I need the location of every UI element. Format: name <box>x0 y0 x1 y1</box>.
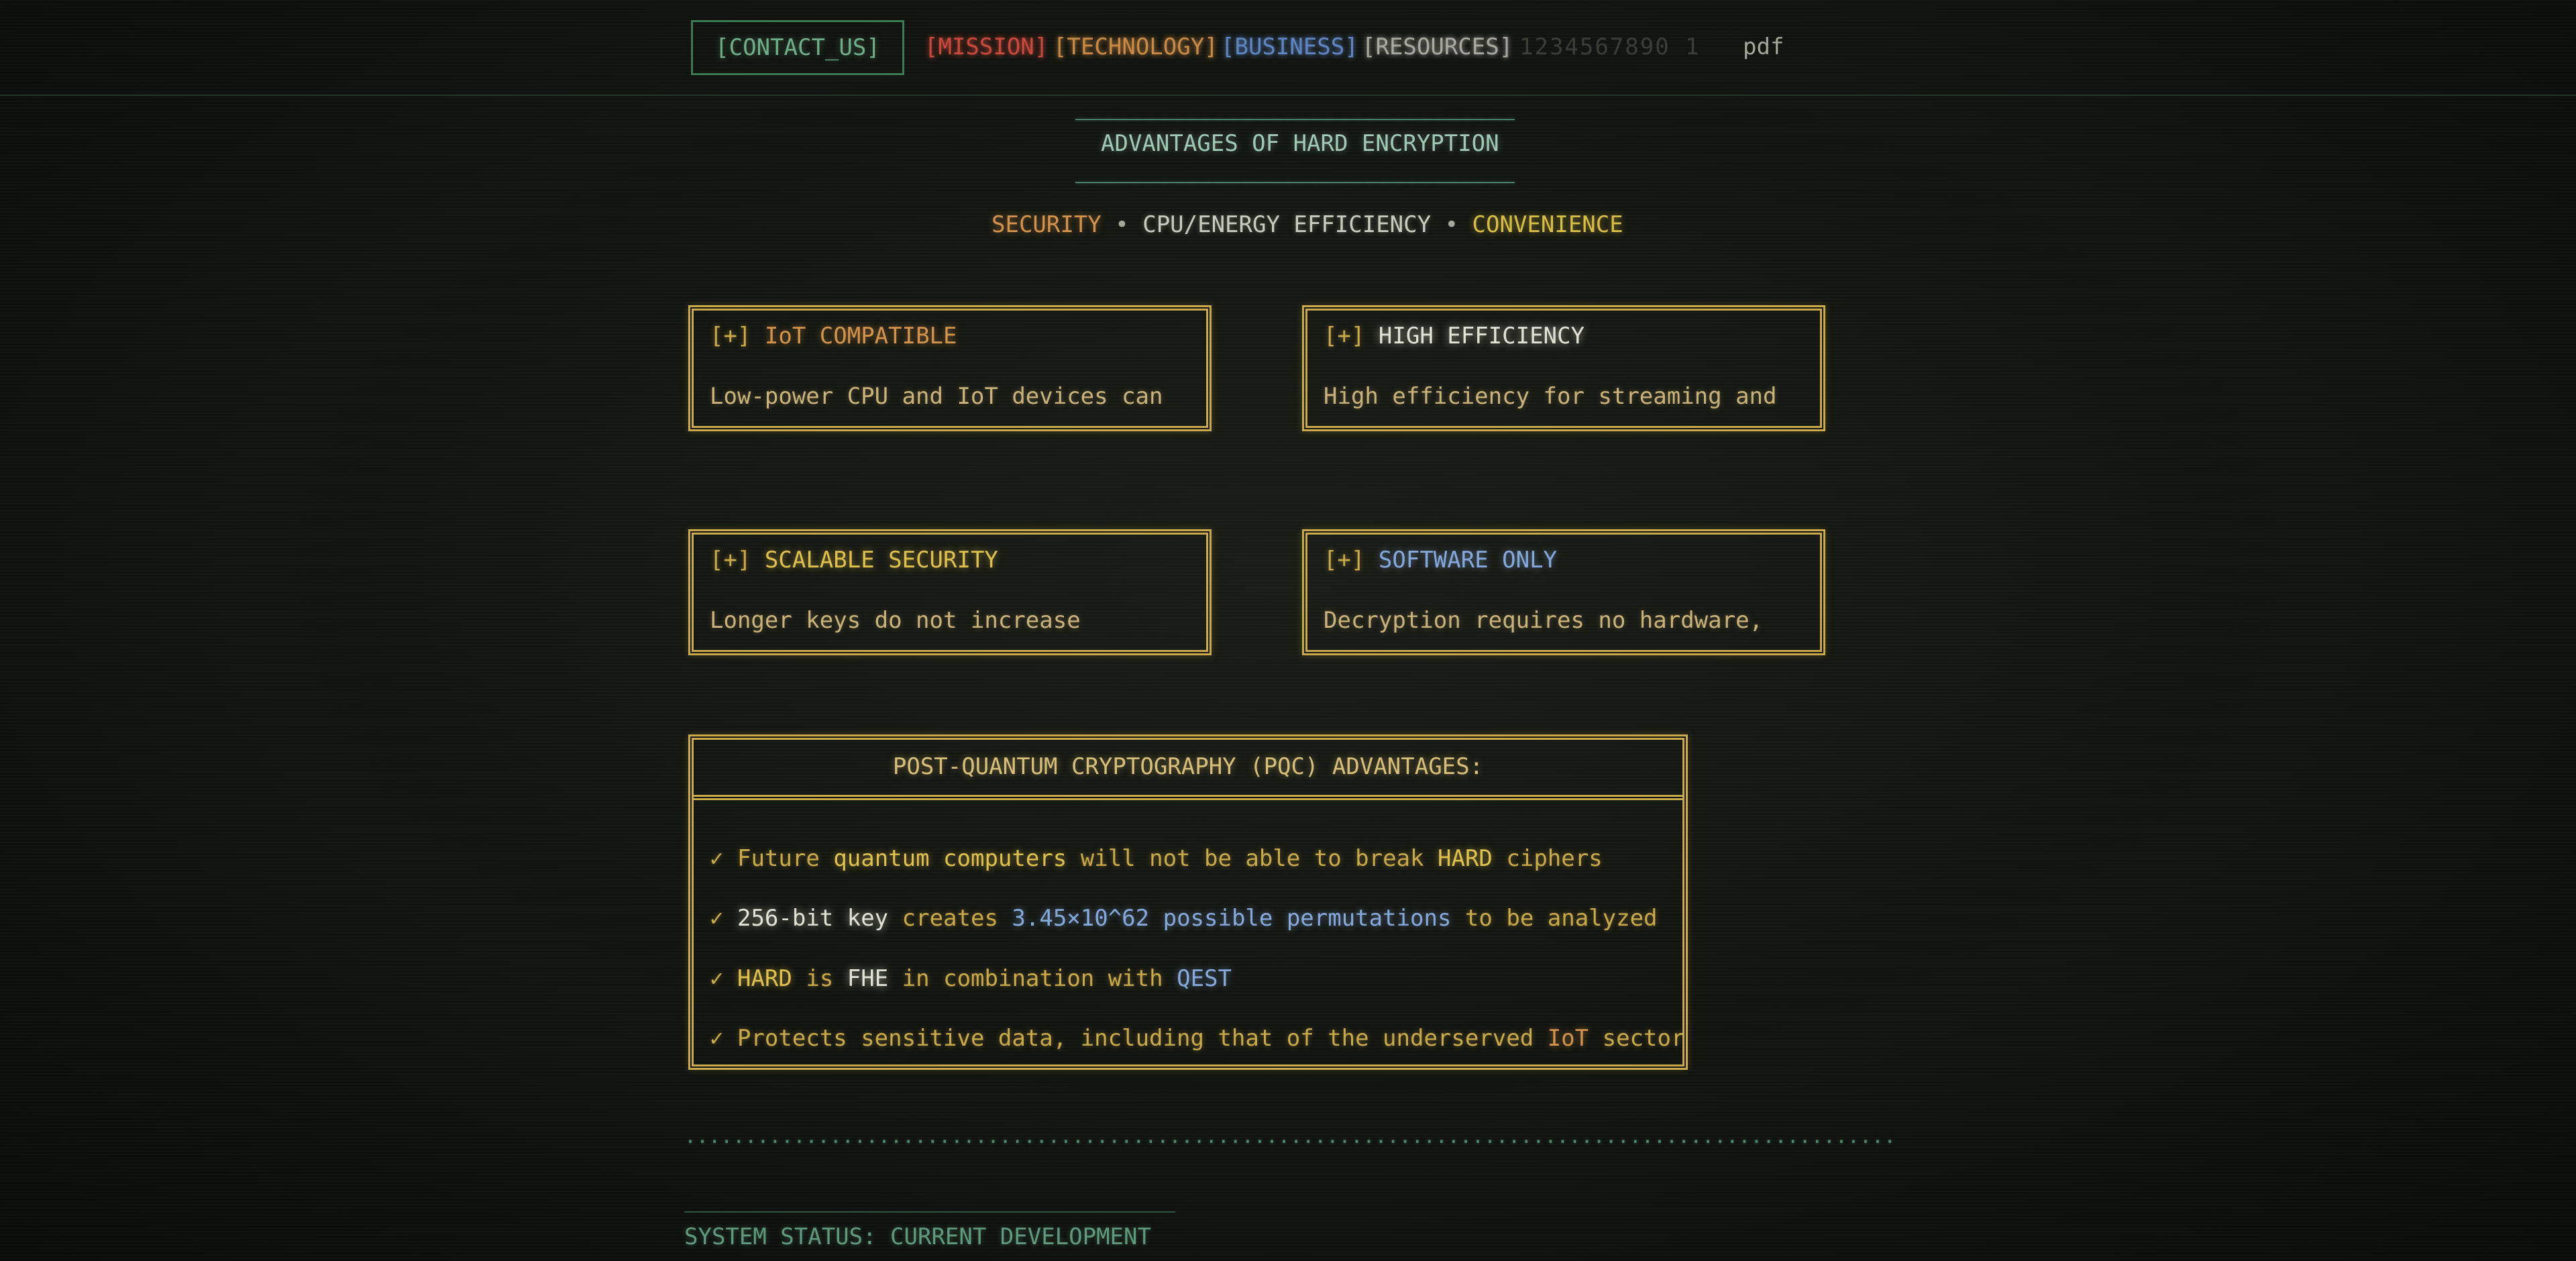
pqc-highlight: 3.45×10^62 <box>1012 905 1150 932</box>
pqc-title: POST-QUANTUM CRYPTOGRAPHY (PQC) ADVANTAG… <box>892 753 1484 780</box>
title-rule-bottom: ________________________________ <box>1075 157 1515 184</box>
card-software-only: [+] SOFTWARE ONLY Decryption requires no… <box>1302 529 1825 655</box>
title-rule-top: ________________________________ <box>1075 94 1515 121</box>
plus-marker: [+] <box>1324 323 1365 349</box>
pqc-highlight: 256-bit key <box>737 905 889 932</box>
pqc-item: ✓ HARD is FHE in combination with QEST <box>710 965 1232 992</box>
pqc-highlight: possible permutations <box>1163 905 1452 932</box>
check-icon: ✓ <box>710 1025 724 1052</box>
tag-separator: • <box>1444 211 1459 238</box>
card-heading: [+] IoT COMPATIBLE <box>710 323 957 349</box>
tag-security: SECURITY <box>991 211 1102 238</box>
plus-marker: [+] <box>1324 547 1365 573</box>
pqc-highlight: HARD <box>1438 845 1493 872</box>
card-title: HIGH EFFICIENCY <box>1378 323 1585 349</box>
pqc-text: creates <box>902 905 998 932</box>
plus-marker: [+] <box>710 547 751 573</box>
card-scalable-security: [+] SCALABLE SECURITY Longer keys do not… <box>688 529 1212 655</box>
pqc-text: will not be able to break <box>1080 845 1424 872</box>
card-body: Longer keys do not increase <box>710 607 1081 634</box>
pqc-highlight: FHE <box>847 965 889 992</box>
check-icon: ✓ <box>710 905 724 932</box>
pqc-item: ✓ Protects sensitive data, including tha… <box>710 1025 1684 1052</box>
pqc-text: Future <box>737 845 820 872</box>
check-icon: ✓ <box>710 845 724 872</box>
card-iot-compatible: [+] IoT COMPATIBLE Low-power CPU and IoT… <box>688 305 1212 431</box>
nav-business-link[interactable]: [BUSINESS] <box>1221 34 1358 60</box>
card-high-efficiency: [+] HIGH EFFICIENCY High efficiency for … <box>1302 305 1825 431</box>
pdf-link[interactable]: pdf <box>1743 34 1784 60</box>
dotted-divider: ........................................… <box>684 1125 1896 1148</box>
pqc-text: sector <box>1602 1025 1685 1052</box>
card-body: Decryption requires no hardware, <box>1324 607 1764 634</box>
tag-convenience: CONVENIENCE <box>1472 211 1623 238</box>
card-title: SCALABLE SECURITY <box>764 547 998 573</box>
contact-us-button[interactable]: [CONTACT_US] <box>691 20 904 75</box>
pqc-text: to be analyzed <box>1464 905 1658 932</box>
card-heading: [+] HIGH EFFICIENCY <box>1324 323 1585 349</box>
nav-digits: 1234567890 1 <box>1519 34 1701 60</box>
tag-separator: • <box>1115 211 1129 238</box>
status-rule: ______________________________________ <box>684 1187 1176 1213</box>
plus-marker: [+] <box>710 323 751 349</box>
tagline: SECURITY • CPU/ENERGY EFFICIENCY • CONVE… <box>991 211 1623 238</box>
pqc-text: Protects sensitive data, including that … <box>737 1025 1534 1052</box>
nav-mission-link[interactable]: [MISSION] <box>924 34 1048 60</box>
pqc-text: in combination with <box>902 965 1163 992</box>
page-title: ADVANTAGES OF HARD ENCRYPTION <box>1101 130 1499 157</box>
pqc-highlight: HARD <box>737 965 792 992</box>
pqc-divider <box>694 795 1682 800</box>
nav-technology-link[interactable]: [TECHNOLOGY] <box>1053 34 1218 60</box>
card-title: IoT COMPATIBLE <box>764 323 957 349</box>
pqc-highlight: quantum computers <box>833 845 1067 872</box>
pqc-highlight: QEST <box>1177 965 1232 992</box>
card-body: Low-power CPU and IoT devices can <box>710 383 1163 410</box>
card-heading: [+] SCALABLE SECURITY <box>710 547 998 573</box>
tag-cpu-efficiency: CPU/ENERGY EFFICIENCY <box>1142 211 1432 238</box>
scanline-overlay <box>0 0 2576 1261</box>
pqc-text: is <box>806 965 834 992</box>
pqc-advantages-box: POST-QUANTUM CRYPTOGRAPHY (PQC) ADVANTAG… <box>688 734 1688 1070</box>
pqc-highlight: IoT <box>1547 1025 1589 1052</box>
check-icon: ✓ <box>710 965 724 992</box>
nav-resources-link[interactable]: [RESOURCES] <box>1362 34 1513 60</box>
pqc-item: ✓ Future quantum computers will not be a… <box>710 845 1603 872</box>
card-heading: [+] SOFTWARE ONLY <box>1324 547 1557 573</box>
top-nav: [CONTACT_US] [MISSION] [TECHNOLOGY] [BUS… <box>0 0 2576 96</box>
card-body: High efficiency for streaming and <box>1324 383 1777 410</box>
card-title: SOFTWARE ONLY <box>1378 547 1558 573</box>
system-status: SYSTEM STATUS: CURRENT DEVELOPMENT <box>684 1223 1151 1250</box>
pqc-item: ✓ 256-bit key creates 3.45×10^62 possibl… <box>710 905 1658 932</box>
pqc-text: ciphers <box>1506 845 1603 872</box>
